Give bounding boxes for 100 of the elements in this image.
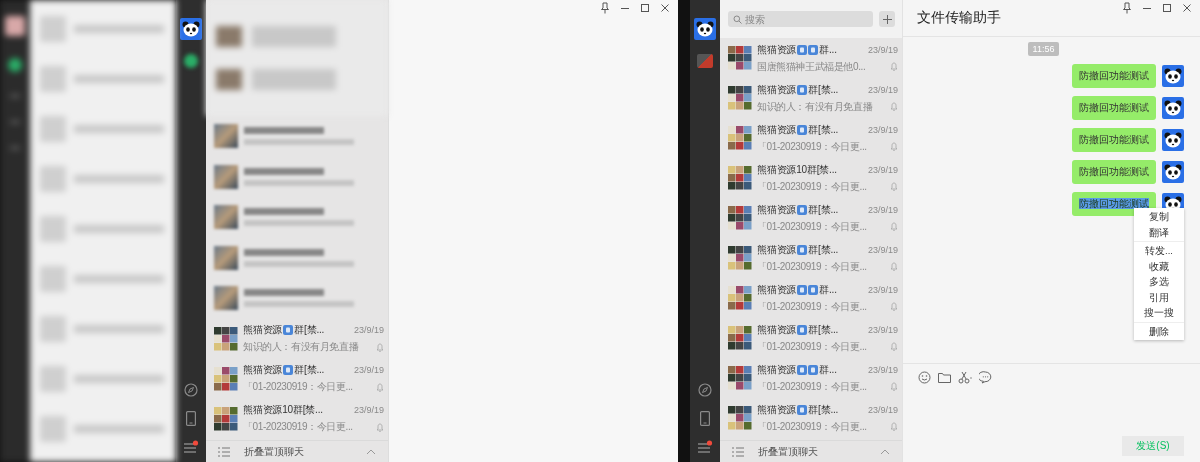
bell-icon	[890, 222, 898, 231]
message-preview: 国唐熊猫神王武福是他0...	[757, 59, 866, 74]
compass-icon[interactable]	[184, 383, 198, 397]
maximize-icon[interactable]	[1162, 2, 1172, 14]
chevron-up-icon[interactable]	[366, 448, 376, 455]
message-preview: 「01-20230919：今日更...	[243, 420, 353, 434]
keycap-icon	[797, 404, 808, 415]
chat-time: 23/9/19	[867, 284, 898, 295]
close-icon[interactable]	[1182, 2, 1192, 14]
maximize-icon[interactable]	[640, 2, 650, 14]
chat-name: 熊猫资源	[757, 322, 797, 337]
menu-icon[interactable]	[183, 440, 199, 454]
chat-name: 熊猫资源	[243, 323, 283, 337]
message-preview: 「01-20230919：今日更...	[757, 339, 867, 354]
chat-name: 群[禁...	[294, 323, 325, 337]
keycap-icon	[797, 124, 808, 135]
panda-avatar-icon[interactable]	[1162, 97, 1184, 119]
chat-name: 群[禁...	[808, 402, 839, 417]
panda-avatar-icon[interactable]	[1162, 129, 1184, 151]
keycap-icon	[797, 204, 808, 215]
pin-icon[interactable]	[1122, 2, 1132, 14]
chat-name: 群[禁...	[808, 82, 839, 97]
bell-icon	[376, 342, 384, 352]
message-preview: 「01-20230919：今日更...	[757, 179, 867, 194]
add-button[interactable]	[879, 11, 895, 27]
keycap-icon	[797, 84, 808, 95]
group-avatar-drawing	[728, 406, 752, 430]
timestamp: 11:56	[1027, 42, 1060, 56]
bell-icon	[890, 422, 898, 431]
group-avatar-drawing	[728, 246, 752, 270]
folder-icon[interactable]	[938, 371, 951, 383]
message-preview: 知识的人：有没有月免直播	[243, 340, 359, 354]
keycap-icon	[797, 244, 808, 255]
group-avatar-drawing	[728, 366, 752, 390]
menu-item[interactable]: 删除	[1134, 323, 1184, 339]
chat-name: 熊猫资源	[757, 242, 797, 257]
message-preview: 「01-20230919：今日更...	[757, 419, 867, 434]
menu-item[interactable]: 转发...	[1134, 243, 1184, 259]
keycap-icon	[808, 364, 819, 375]
panda-avatar-icon[interactable]	[694, 18, 716, 40]
group-avatar-drawing	[728, 326, 752, 350]
group-avatar-drawing	[728, 86, 752, 110]
message-bubble: 防撤回功能测试	[1072, 160, 1156, 184]
bell-icon	[890, 102, 898, 111]
chat-name: 群[禁...	[808, 202, 839, 217]
keycap-icon	[808, 284, 819, 295]
chat-time: 23/9/19	[353, 325, 384, 335]
group-avatar-drawing	[728, 206, 752, 230]
chat-name: 群...	[819, 282, 837, 297]
bell-icon	[890, 142, 898, 151]
bell-icon	[890, 342, 898, 351]
menu-item[interactable]: 多选	[1134, 274, 1184, 290]
chat-name: 熊猫资源10群[禁...	[757, 162, 837, 177]
list-icon	[732, 446, 744, 457]
message-preview: 「01-20230919：今日更...	[757, 259, 867, 274]
bell-icon	[890, 62, 898, 71]
list-icon	[218, 446, 230, 457]
chat-name: 熊猫资源	[243, 363, 283, 377]
chat-time: 23/9/19	[867, 244, 898, 255]
keycap-icon	[283, 365, 294, 375]
panda-avatar-icon[interactable]	[180, 18, 202, 40]
group-avatar-drawing	[728, 46, 752, 70]
bell-icon	[890, 382, 898, 391]
group-avatar-drawing	[214, 406, 238, 431]
chat-time: 23/9/19	[867, 164, 898, 175]
message-preview: 「01-20230919：今日更...	[757, 219, 867, 234]
panda-avatar-icon[interactable]	[1162, 161, 1184, 183]
chat-name: 群[禁...	[808, 322, 839, 337]
chat-time: 23/9/19	[867, 84, 898, 95]
compass-icon[interactable]	[698, 383, 712, 397]
message-preview: 「01-20230919：今日更...	[757, 299, 867, 314]
emoji-icon[interactable]	[918, 370, 931, 384]
chat-name: 熊猫资源	[757, 402, 797, 417]
menu-item[interactable]: 搜一搜	[1134, 305, 1184, 321]
search-field[interactable]: 搜索	[728, 11, 873, 27]
chat-name: 群[禁...	[294, 363, 325, 377]
chat-time: 23/9/19	[867, 364, 898, 375]
close-icon[interactable]	[660, 2, 670, 14]
menu-icon[interactable]	[697, 440, 713, 454]
pin-icon[interactable]	[600, 2, 610, 14]
chat-name: 熊猫资源	[757, 282, 797, 297]
keycap-icon	[797, 324, 808, 335]
scissors-icon[interactable]	[958, 370, 972, 384]
bell-icon	[376, 382, 384, 392]
bell-icon	[890, 182, 898, 191]
phone-icon[interactable]	[700, 411, 710, 426]
keycap-icon	[797, 364, 808, 375]
chat-time: 23/9/19	[353, 405, 384, 415]
chat-name: 熊猫资源	[757, 362, 797, 377]
blurred-chat-icon[interactable]	[184, 54, 198, 68]
chat-time: 23/9/19	[867, 404, 898, 415]
panda-avatar-icon[interactable]	[1162, 65, 1184, 87]
chat-title: 文件传输助手	[917, 9, 1001, 27]
group-avatar-drawing	[214, 366, 238, 391]
phone-icon[interactable]	[186, 411, 196, 426]
chat-name: 群[禁...	[808, 122, 839, 137]
chevron-up-icon[interactable]	[880, 448, 890, 455]
chat-name: 熊猫资源10群[禁...	[243, 403, 323, 417]
chat-name: 熊猫资源	[757, 42, 797, 57]
chat-bubble-icon[interactable]	[979, 370, 992, 384]
